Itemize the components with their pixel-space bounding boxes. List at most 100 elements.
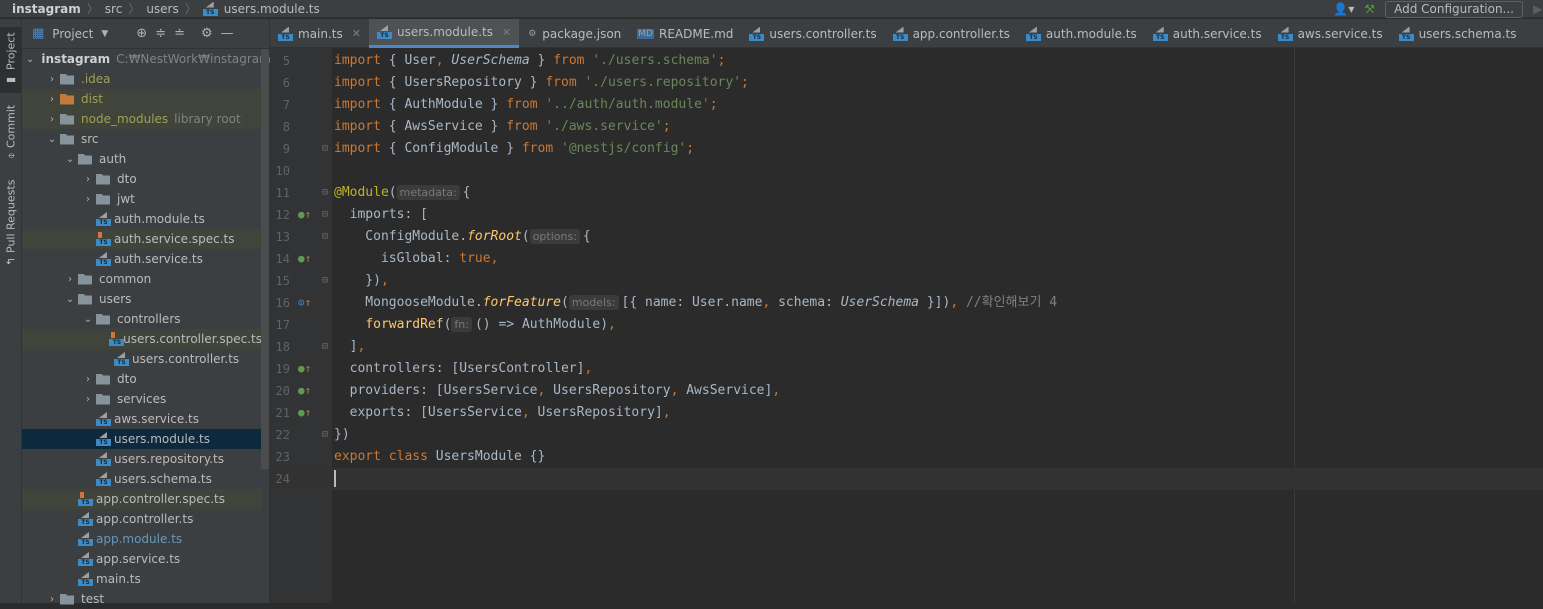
- tree-item[interactable]: users.module.ts: [22, 429, 262, 449]
- hide-icon[interactable]: —: [221, 26, 234, 41]
- tree-item[interactable]: app.service.ts: [22, 549, 262, 569]
- tree-item[interactable]: › dto: [22, 369, 262, 389]
- tree-item[interactable]: › .idea: [22, 69, 262, 89]
- tab-auth-module-ts[interactable]: auth.module.ts: [1018, 19, 1145, 48]
- implemented-icon[interactable]: ●↑: [298, 248, 311, 270]
- chevron-down-icon[interactable]: ⌄: [44, 134, 60, 145]
- locate-icon[interactable]: ⊕: [136, 26, 147, 41]
- line-number: 14: [275, 252, 290, 266]
- chevron-down-icon[interactable]: ⌄: [62, 154, 78, 165]
- code-text: isGlobal: true,: [334, 248, 498, 270]
- chevron-right-icon[interactable]: ›: [80, 194, 96, 205]
- tree-item[interactable]: ⌄ src: [22, 129, 262, 149]
- code-token: ConfigModule.: [334, 229, 468, 244]
- side-tab-commit[interactable]: ⌽ Commit: [0, 99, 22, 165]
- tab-label: users.controller.ts: [769, 26, 877, 41]
- breadcrumb-item[interactable]: instagram: [12, 2, 81, 16]
- user-icon[interactable]: 👤▾: [1333, 2, 1354, 16]
- tree-item[interactable]: main.ts: [22, 569, 262, 589]
- side-tab-pull-requests[interactable]: ↰ Pull Requests: [0, 177, 22, 269]
- fold-icon[interactable]: ⊟: [322, 204, 328, 226]
- fold-icon[interactable]: ⊟: [322, 226, 328, 248]
- fold-icon[interactable]: ⊟: [322, 270, 328, 292]
- implemented-icon[interactable]: ●↑: [298, 204, 311, 226]
- chevron-down-icon[interactable]: ⌄: [80, 314, 96, 325]
- fold-icon[interactable]: ⊟: [322, 182, 328, 204]
- tab-users-schema-ts[interactable]: users.schema.ts: [1391, 19, 1525, 48]
- scrollbar[interactable]: [261, 49, 269, 469]
- tree-item[interactable]: ⌄ users: [22, 289, 262, 309]
- close-icon[interactable]: ✕: [352, 27, 361, 40]
- tree-item[interactable]: users.repository.ts: [22, 449, 262, 469]
- project-view-selector[interactable]: Project: [52, 27, 93, 41]
- collapse-all-icon[interactable]: ≐: [174, 26, 185, 41]
- tree-item[interactable]: › node_modules library root: [22, 109, 262, 129]
- tree-item[interactable]: › jwt: [22, 189, 262, 209]
- tree-item[interactable]: app.module.ts: [22, 529, 262, 549]
- tree-item[interactable]: › dto: [22, 169, 262, 189]
- chevron-down-icon[interactable]: ⌄: [62, 294, 78, 305]
- tree-item[interactable]: auth.module.ts: [22, 209, 262, 229]
- chevron-right-icon[interactable]: ›: [44, 74, 60, 85]
- code-editor[interactable]: 5 import { User, UserSchema } from './use…: [270, 48, 1543, 603]
- code-line: 7 import { AuthModule } from '../auth/aut…: [270, 94, 1543, 116]
- chevron-right-icon[interactable]: ›: [44, 94, 60, 105]
- chevron-right-icon[interactable]: ›: [80, 174, 96, 185]
- folder-icon: [60, 133, 74, 145]
- build-hammer-icon[interactable]: ⚒: [1364, 2, 1375, 16]
- chevron-down-icon[interactable]: ⌄: [26, 54, 34, 65]
- tree-item[interactable]: auth.service.spec.ts: [22, 229, 262, 249]
- side-tab-project[interactable]: ▬ Project: [0, 27, 22, 93]
- tab-package-json[interactable]: ⚙ package.json: [519, 19, 629, 48]
- implemented-icon[interactable]: ●↑: [298, 358, 311, 380]
- tree-item[interactable]: ⌄ auth: [22, 149, 262, 169]
- chevron-right-icon[interactable]: ›: [44, 114, 60, 125]
- tree-item[interactable]: › dist: [22, 89, 262, 109]
- tab-main-ts[interactable]: main.ts ✕: [270, 19, 369, 48]
- tree-item[interactable]: ⌄ controllers: [22, 309, 262, 329]
- tree-item[interactable]: › services: [22, 389, 262, 409]
- tree-item[interactable]: auth.service.ts: [22, 249, 262, 269]
- chevron-right-icon[interactable]: ›: [62, 274, 78, 285]
- tab-app-controller-ts[interactable]: app.controller.ts: [885, 19, 1018, 48]
- tab-aws-service-ts[interactable]: aws.service.ts: [1270, 19, 1391, 48]
- line-number: 20: [275, 384, 290, 398]
- tree-item[interactable]: aws.service.ts: [22, 409, 262, 429]
- fold-icon[interactable]: ⊟: [322, 424, 328, 446]
- code-line: 5 import { User, UserSchema } from './use…: [270, 50, 1543, 72]
- tree-item[interactable]: users.controller.spec.ts: [22, 329, 262, 349]
- tab-readme-md[interactable]: MD README.md: [629, 19, 741, 48]
- overrides-icon[interactable]: ⊙↑: [298, 292, 311, 314]
- editor-tabs: main.ts ✕ users.module.ts ✕ ⚙ package.json MD R…: [270, 19, 1543, 48]
- chevron-right-icon[interactable]: ›: [80, 394, 96, 405]
- tree-item[interactable]: › test: [22, 589, 262, 609]
- tree-item[interactable]: users.schema.ts: [22, 469, 262, 489]
- add-configuration-button[interactable]: Add Configuration...: [1385, 0, 1523, 18]
- run-icon[interactable]: ▶: [1533, 2, 1543, 16]
- tab-users-controller-ts[interactable]: users.controller.ts: [741, 19, 884, 48]
- tree-item[interactable]: › common: [22, 269, 262, 289]
- implemented-icon[interactable]: ●↑: [298, 380, 311, 402]
- tab-users-module-ts[interactable]: users.module.ts ✕: [368, 19, 520, 48]
- code-token: UserSchema: [840, 295, 919, 310]
- tree-item[interactable]: ⌄ instagram C:₩NestWork₩instagram: [22, 49, 271, 69]
- close-icon[interactable]: ✕: [502, 26, 511, 39]
- typescript-file-icon: [96, 452, 111, 466]
- breadcrumb-file[interactable]: users.module.ts: [224, 2, 320, 16]
- expand-all-icon[interactable]: ≑: [155, 26, 166, 41]
- tree-item[interactable]: users.controller.ts: [22, 349, 262, 369]
- code-token: UsersRepository: [404, 75, 522, 90]
- fold-icon[interactable]: ⊟: [322, 138, 328, 160]
- fold-icon[interactable]: ⊟: [322, 336, 328, 358]
- breadcrumb-item[interactable]: users: [146, 2, 178, 16]
- folder-icon: [96, 373, 110, 385]
- breadcrumb-item[interactable]: src: [105, 2, 123, 16]
- tree-item[interactable]: app.controller.spec.ts: [22, 489, 262, 509]
- chevron-down-icon[interactable]: ▼: [101, 29, 108, 39]
- gear-icon[interactable]: ⚙: [201, 26, 213, 41]
- tab-auth-service-ts[interactable]: auth.service.ts: [1145, 19, 1270, 48]
- chevron-right-icon[interactable]: ›: [80, 374, 96, 385]
- tree-item[interactable]: app.controller.ts: [22, 509, 262, 529]
- implemented-icon[interactable]: ●↑: [298, 402, 311, 424]
